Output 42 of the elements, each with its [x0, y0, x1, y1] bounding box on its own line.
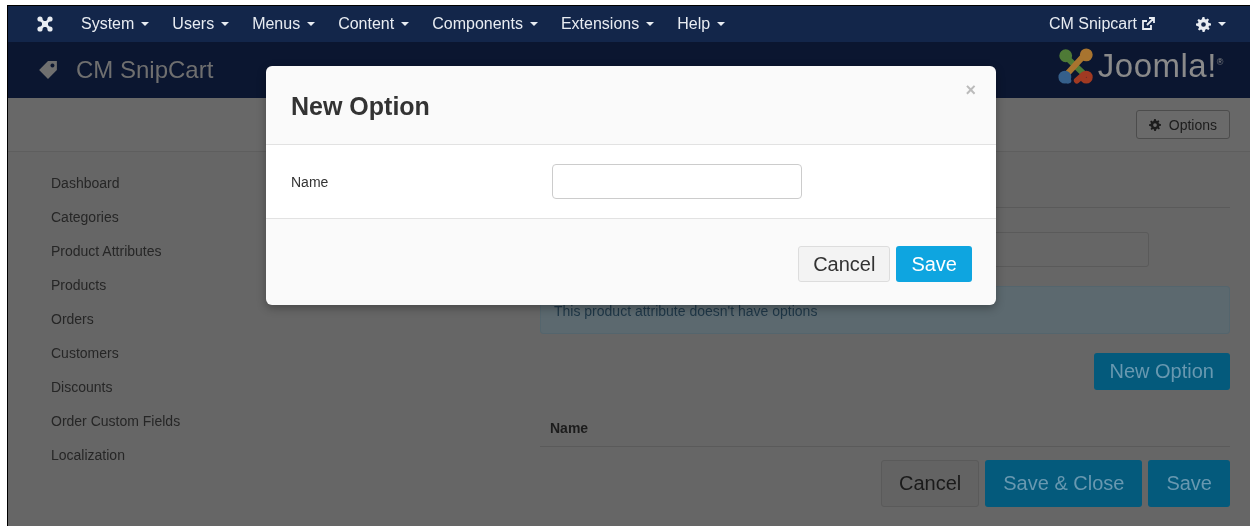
- caret-icon: [646, 22, 655, 26]
- sidebar-item[interactable]: Customers: [51, 343, 280, 377]
- menu-item[interactable]: Components: [432, 15, 538, 33]
- external-link-icon: [1140, 16, 1156, 32]
- page-title: CM SnipCart: [76, 56, 214, 84]
- settings-menu[interactable]: [1196, 16, 1226, 32]
- tag-icon: [38, 60, 58, 80]
- close-button[interactable]: ×: [963, 80, 978, 101]
- field-label: Name: [291, 173, 330, 190]
- name-field[interactable]: [552, 164, 802, 199]
- menu-item[interactable]: Users: [172, 15, 230, 33]
- caret-icon: [717, 22, 726, 26]
- settings-icon: [1196, 16, 1211, 32]
- menu-item[interactable]: Menus: [252, 15, 316, 33]
- brand-name: Joomla!$^{®}$: [1097, 47, 1224, 85]
- action-button[interactable]: Save & Close: [985, 460, 1143, 507]
- settings-icon: [1148, 118, 1161, 131]
- dialog-button[interactable]: Cancel: [798, 246, 891, 282]
- new-option-button[interactable]: New Option: [1093, 353, 1230, 390]
- dialog-title: New Option: [291, 91, 430, 121]
- action-button[interactable]: Cancel: [880, 460, 980, 507]
- joomla-logo-icon: [37, 16, 53, 32]
- menu-item[interactable]: System: [81, 15, 150, 33]
- menu-item[interactable]: Help: [677, 15, 726, 33]
- site-link[interactable]: CM Snipcart: [1048, 15, 1156, 33]
- menu-item[interactable]: Extensions: [560, 15, 655, 33]
- options-button[interactable]: Options: [1135, 110, 1230, 139]
- action-button[interactable]: Save: [1148, 460, 1230, 507]
- caret-icon: [307, 22, 316, 26]
- column-header: Name: [550, 420, 589, 436]
- sidebar-item[interactable]: Discounts: [51, 377, 280, 411]
- sidebar-item[interactable]: Order Custom Fields: [51, 411, 280, 445]
- joomla-logo-icon: [1057, 48, 1094, 84]
- caret-icon: [529, 22, 538, 26]
- dialog-button[interactable]: Save: [896, 246, 972, 282]
- sidebar-item[interactable]: Localization: [51, 445, 280, 479]
- sidebar-item[interactable]: Orders: [51, 309, 280, 343]
- caret-icon: [221, 22, 230, 26]
- caret-icon: [401, 22, 410, 26]
- caret-icon: [1218, 22, 1226, 26]
- menu-item[interactable]: Content: [338, 15, 410, 33]
- caret-icon: [141, 22, 150, 26]
